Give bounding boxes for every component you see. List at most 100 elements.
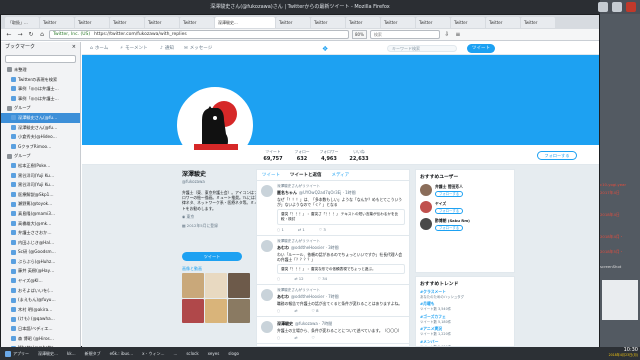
browser-tab-active[interactable]: 深澤駿史... [215, 16, 275, 28]
profile-tweet-button[interactable]: ツイート [182, 252, 242, 261]
tweet-button[interactable]: ツイート [467, 44, 495, 53]
sidebar-bookmark[interactable]: 瀬野篤(@toyok… [1, 199, 80, 209]
sidebar-bookmark[interactable]: 弁護士ささおか… [1, 228, 80, 238]
suggested-user-name[interactable]: 酢博朗 (Saku Rm) [435, 218, 470, 224]
back-icon[interactable]: ← [5, 31, 13, 39]
zoom-indicator[interactable]: 80% [352, 30, 367, 39]
tab-media[interactable]: メディア [332, 170, 350, 180]
like-action[interactable]: ♡ 3 [319, 227, 326, 232]
tweet-avatar[interactable] [261, 289, 273, 302]
menu-icon[interactable]: ≡ [454, 31, 462, 39]
sidebar-bookmark[interactable]: GクラブRimoo… [1, 142, 80, 152]
browser-tab[interactable]: Twitter [381, 16, 415, 28]
profile-name[interactable]: 深澤駿史 [182, 169, 262, 178]
url-bar[interactable]: Twitter, Inc. (US) https://twitter.com/f… [49, 30, 349, 39]
follow-button[interactable]: フォローする [435, 225, 463, 231]
sidebar-bookmark[interactable]: 黒谷洋司(Yuji Ku… [1, 171, 80, 181]
browser-tab[interactable]: 「取扱」... [5, 16, 39, 28]
sidebar-bookmark[interactable]: 藤井 英樹(@Hay… [1, 266, 80, 276]
tweet-avatar[interactable] [261, 321, 273, 334]
sidebar-bookmark[interactable]: 深澤駿史さん(@fu… [1, 123, 80, 133]
browser-tab[interactable]: Twitter [346, 16, 380, 28]
browser-tab[interactable]: Twitter [521, 16, 555, 28]
sidebar-bookmark[interactable]: 内田ふじき@Hal… [1, 238, 80, 248]
reload-icon[interactable]: ↻ [27, 31, 35, 39]
follow-button[interactable]: フォローする [537, 151, 577, 160]
retweet-action[interactable]: ⇄ 1 [298, 227, 305, 232]
sidebar-bookmark[interactable]: 黒谷洋司(Yuji Ku… [1, 180, 80, 190]
follow-button[interactable]: フォローする [435, 191, 463, 197]
tweet-author[interactable]: あむわ [277, 245, 289, 250]
stat-likes[interactable]: いいね 22,633 [344, 149, 374, 162]
trend-item[interactable]: #月曜も ツイート数 3,540件 [420, 301, 510, 311]
sidebar-bookmark[interactable]: 森 博昭 (@Hiros… [1, 334, 80, 344]
taskbar-item[interactable]: ... [170, 349, 180, 359]
nav-home[interactable]: ⌂ ホーム [90, 45, 108, 52]
sidebar-bookmark[interactable]: 日本語/ベディエ… [1, 324, 80, 334]
retweet-action[interactable]: ⇄ 12 [294, 276, 303, 281]
close-icon[interactable] [626, 2, 636, 12]
sidebar-bookmark[interactable]: 医療解説@Skp1… [1, 190, 80, 200]
forward-icon[interactable]: → [16, 31, 24, 39]
trend-item[interactable]: #クラスメート あなたのためのハッシュタグ [420, 289, 510, 299]
browser-tab[interactable]: Twitter [416, 16, 450, 28]
stat-tweets[interactable]: ツイート 69,757 [258, 149, 288, 162]
sidebar-folder[interactable]: グループ [1, 103, 80, 113]
avatar[interactable] [177, 87, 253, 163]
trend-item[interactable]: #アニメ実況 ツイート数 1,220件 [420, 326, 510, 336]
taskbar-clock[interactable]: 10:30 2018年4月23日(月) [598, 347, 640, 360]
taskbar-item[interactable]: xeyes [205, 349, 223, 359]
browser-tab[interactable]: Twitter [75, 16, 109, 28]
nav-moments[interactable]: ⚡ モーメント [120, 45, 148, 52]
home-icon[interactable]: ⌂ [38, 31, 46, 39]
reply-action[interactable]: ◌ [277, 335, 280, 340]
suggested-user-name[interactable]: 弁護士 菅田芳人 [435, 184, 463, 190]
stat-followers[interactable]: フォロワー 4,963 [314, 149, 344, 162]
sidebar-bookmark[interactable]: ぶらぶら(@Huhz… [1, 257, 80, 267]
sidebar-bookmark[interactable]: 事例「◎◎は弁護士… [1, 94, 80, 104]
suggested-user-name[interactable]: ヤイズ [435, 201, 463, 207]
follow-button[interactable]: フォローする [435, 208, 463, 214]
like-action[interactable]: ♡ 34 [318, 276, 327, 281]
retweet-action[interactable]: ⇄ [294, 335, 297, 340]
avatar[interactable] [420, 201, 432, 213]
sidebar-bookmark[interactable]: 深澤駿史さん(@fu… [1, 112, 80, 123]
nav-messages[interactable]: ✉ メッセージ [184, 45, 212, 52]
sidebar-bookmark[interactable]: 高橋雄大(@mk… [1, 219, 80, 229]
media-thumb[interactable] [182, 298, 204, 323]
like-action[interactable]: ♡ 8 [312, 308, 319, 313]
media-section-title[interactable]: 画像と動画 [182, 266, 202, 272]
browser-tab[interactable]: Twitter [145, 16, 179, 28]
sidebar-folder[interactable]: 未整理 [1, 65, 80, 75]
trend-item[interactable]: #メンバー ツイート数 2,030件 [420, 339, 510, 346]
taskbar-item[interactable]: sclock [183, 349, 201, 359]
quoted-tweet[interactable]: 唐突「！！！」 ：唐突な形での依頼表現でちょっと遊ぶ。 [277, 263, 405, 275]
browser-tab[interactable]: Twitter [180, 16, 214, 28]
like-action[interactable]: ♡ [312, 335, 315, 340]
sidebar-bookmark[interactable]: 松本正樹(Poke… [1, 161, 80, 171]
site-identity[interactable]: Twitter, Inc. (US) [53, 31, 90, 38]
search-input[interactable]: 検索 [369, 30, 440, 39]
tweet-author[interactable]: 深澤駿史 [277, 321, 293, 326]
sidebar-bookmark[interactable]: Sc研 (@Goodsm… [1, 247, 80, 257]
tweet-author[interactable]: 匿名ちゃん [277, 190, 297, 195]
media-thumb[interactable] [182, 273, 204, 298]
sidebar-bookmark[interactable]: ヤイズ@KI… [1, 276, 80, 286]
browser-tab[interactable]: Twitter [110, 16, 144, 28]
tweet[interactable]: 深澤駿史さんがリツイート あむわ @oddtheHoosier · 3時間 わい「ルー… [257, 236, 409, 286]
minimize-icon[interactable] [598, 2, 608, 12]
sidebar-bookmark[interactable]: 事例「◎◎は弁護士… [1, 84, 80, 94]
tweet[interactable]: 深澤駿史さんがリツイート 匿名ちゃん @UYOwQ2ad7qOr3Ej · 1時間な… [257, 181, 409, 236]
sidebar-bookmark[interactable]: (まえもん)@fuyu… [1, 295, 80, 305]
media-thumb[interactable] [228, 273, 250, 298]
taskbar-item[interactable]: kk… [64, 349, 79, 359]
taskbar-start[interactable]: アプリー [2, 349, 32, 359]
media-thumb[interactable] [228, 298, 250, 323]
tweet-avatar[interactable] [261, 185, 273, 197]
browser-tab[interactable]: Twitter [486, 16, 520, 28]
nav-notifications[interactable]: ♪ 通知 [160, 45, 174, 52]
reply-action[interactable]: ◌ [277, 276, 280, 281]
stat-following[interactable]: フォロー 632 [287, 149, 317, 162]
reply-action[interactable]: ◌ 1 [277, 227, 284, 232]
tab-tweets[interactable]: ツイート [262, 170, 280, 180]
